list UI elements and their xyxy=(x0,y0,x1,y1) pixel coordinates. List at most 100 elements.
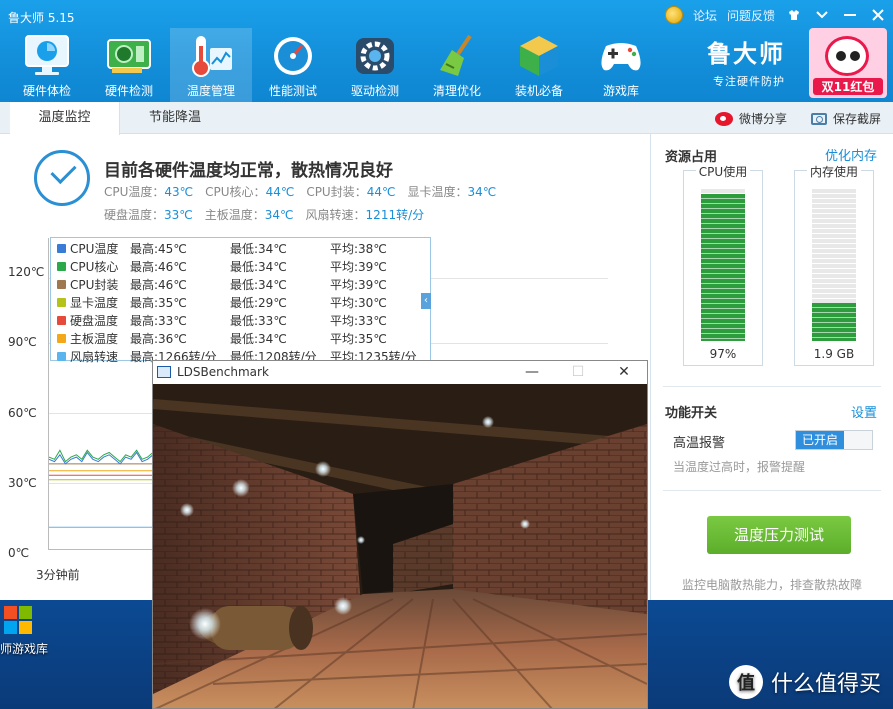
cpu-usage-gauge: CPU使用 97% xyxy=(683,165,763,366)
brand: 鲁大师 专注硬件防护 xyxy=(707,34,785,89)
legend-min: 最低:33℃ xyxy=(230,313,287,328)
y-tick-label: 0℃ xyxy=(8,546,30,560)
legend-series-name: CPU封装 xyxy=(70,277,119,292)
watermark-logo-icon: 值 xyxy=(728,665,763,699)
checkmark-icon xyxy=(34,150,90,206)
skin-icon[interactable] xyxy=(785,6,803,24)
nav-item-games[interactable]: 游戏库 xyxy=(580,28,662,102)
cpu-usage-fill xyxy=(701,193,745,341)
legend-row: CPU封装 最高:46℃ 最低:34℃ 平均:39℃ xyxy=(57,275,387,293)
nav-label: 硬件检测 xyxy=(104,84,153,98)
benchmark-window: LDSBenchmark — ☐ ✕ xyxy=(152,360,648,709)
legend-min: 最低:29℃ xyxy=(230,295,287,310)
y-tick-label: 60℃ xyxy=(8,406,37,420)
legend-min: 最低:34℃ xyxy=(230,241,287,256)
legend-series-name: 主板温度 xyxy=(70,331,119,346)
camera-icon xyxy=(810,112,827,125)
benchmark-titlebar[interactable]: LDSBenchmark — ☐ ✕ xyxy=(153,361,647,384)
medal-icon[interactable] xyxy=(664,6,683,24)
legend-row: 主板温度 最高:36℃ 最低:34℃ 平均:35℃ xyxy=(57,329,387,347)
legend-swatch xyxy=(57,243,66,253)
memory-usage-fill xyxy=(812,303,856,341)
collapse-legend-icon[interactable]: ‹ xyxy=(421,293,431,309)
legend-swatch xyxy=(57,261,66,271)
cpu-temp: CPU温度：43℃ xyxy=(104,185,194,199)
share-label: 微博分享 xyxy=(738,112,787,126)
speedometer-icon xyxy=(268,34,318,78)
nav-label: 硬件体检 xyxy=(22,84,71,98)
y-tick-label: 30℃ xyxy=(8,476,37,490)
benchmark-title: LDSBenchmark xyxy=(177,365,269,379)
high-temp-alarm-label: 高温报警 xyxy=(673,436,726,451)
legend-row: CPU温度 最高:45℃ 最低:34℃ 平均:38℃ xyxy=(57,239,387,257)
legend-series-name: CPU温度 xyxy=(70,241,119,256)
window-icon xyxy=(157,366,171,378)
weibo-icon xyxy=(714,111,733,126)
save-screenshot-button[interactable]: 保存截屏 xyxy=(810,110,881,127)
legend-swatch xyxy=(57,333,66,343)
nav-item-hardware-detect[interactable]: 硬件检测 xyxy=(88,28,170,102)
minimize-button[interactable]: — xyxy=(509,361,555,384)
fan-speed: 风扇转速：1211转/分 xyxy=(305,208,425,222)
cpu-package-temp: CPU封装：44℃ xyxy=(306,185,396,199)
temp-summary-row-2: 硬盘温度：33℃ 主板温度：34℃ 风扇转速：1211转/分 xyxy=(104,206,424,223)
legend-avg: 平均:39℃ xyxy=(330,259,387,274)
nav-item-temperature[interactable]: 温度管理 xyxy=(170,28,252,102)
legend-swatch xyxy=(57,279,66,289)
nav-label: 温度管理 xyxy=(186,84,235,98)
brand-slogan: 专注硬件防护 xyxy=(713,75,785,88)
graphics-card-icon xyxy=(104,34,154,78)
chart-lines xyxy=(49,449,153,528)
watermark: 值 什么值得买 xyxy=(728,665,881,699)
legend-swatch xyxy=(57,297,66,307)
benchmark-3d-scene xyxy=(153,384,647,708)
cpu-core-temp: CPU核心：44℃ xyxy=(205,185,295,199)
desktop-shortcut[interactable]: 师游戏库 xyxy=(0,604,58,664)
close-icon[interactable] xyxy=(869,6,887,24)
weibo-share-button[interactable]: 微博分享 xyxy=(714,110,787,127)
sub-tab-bar: 温度监控 节能降温 微博分享 保存截屏 xyxy=(0,102,893,135)
menu-chevron-icon[interactable] xyxy=(813,6,831,24)
settings-link[interactable]: 设置 xyxy=(851,402,877,421)
nav-item-essentials[interactable]: 装机必备 xyxy=(498,28,580,102)
main-nav: 硬件体检 硬件检测 温度管理 性能测试 驱动检测 清理优化 装机必备 游戏库 xyxy=(6,28,662,102)
tab-energy-cooling[interactable]: 节能降温 xyxy=(120,102,230,134)
optimize-memory-link[interactable]: 优化内存 xyxy=(825,145,877,164)
tab-temperature-monitor[interactable]: 温度监控 xyxy=(10,102,120,135)
promo-banner[interactable]: 双11红包 xyxy=(809,28,887,98)
nav-label: 游戏库 xyxy=(602,84,639,98)
close-button[interactable]: ✕ xyxy=(601,361,647,384)
features-title: 功能开关 xyxy=(665,406,718,421)
cpu-usage-value: 97% xyxy=(709,347,737,361)
right-panel: 资源占用 优化内存 CPU使用 97% 内存使用 1.9 GB 功能开关 设置 … xyxy=(650,134,893,600)
legend-row: 硬盘温度 最高:33℃ 最低:33℃ 平均:33℃ xyxy=(57,311,387,329)
toggle-state: 已开启 xyxy=(796,431,844,449)
gauge-label: CPU使用 xyxy=(695,165,751,179)
watermark-text: 什么值得买 xyxy=(770,672,881,697)
legend-swatch xyxy=(57,351,66,361)
legend-avg: 平均:35℃ xyxy=(330,331,387,346)
nav-item-driver[interactable]: 驱动检测 xyxy=(334,28,416,102)
y-tick-label: 120℃ xyxy=(8,265,45,279)
stress-test-button[interactable]: 温度压力测试 xyxy=(707,516,851,554)
high-temp-alarm-toggle[interactable]: 已开启 xyxy=(795,430,873,450)
gauge-label: 内存使用 xyxy=(806,165,861,179)
legend-max: 最高:45℃ xyxy=(130,241,187,256)
nav-item-cleanup[interactable]: 清理优化 xyxy=(416,28,498,102)
legend-series-name: 显卡温度 xyxy=(70,295,119,310)
memory-usage-value: 1.9 GB xyxy=(813,347,855,361)
screenshot-label: 保存截屏 xyxy=(832,112,881,126)
y-tick-label: 90℃ xyxy=(8,335,37,349)
forum-link[interactable]: 论坛 xyxy=(693,7,717,24)
minimize-icon[interactable] xyxy=(841,6,859,24)
legend-min: 最低:34℃ xyxy=(230,331,287,346)
x-axis-label: 3分钟前 xyxy=(36,568,80,582)
monitor-icon xyxy=(22,34,72,78)
divider xyxy=(663,490,881,491)
nav-item-performance[interactable]: 性能测试 xyxy=(252,28,334,102)
feedback-link[interactable]: 问题反馈 xyxy=(727,7,775,24)
gpu-temp: 显卡温度：34℃ xyxy=(407,185,497,199)
legend-series-name: 硬盘温度 xyxy=(70,313,119,328)
mascot-icon xyxy=(825,36,869,76)
nav-item-hardware-checkup[interactable]: 硬件体检 xyxy=(6,28,88,102)
